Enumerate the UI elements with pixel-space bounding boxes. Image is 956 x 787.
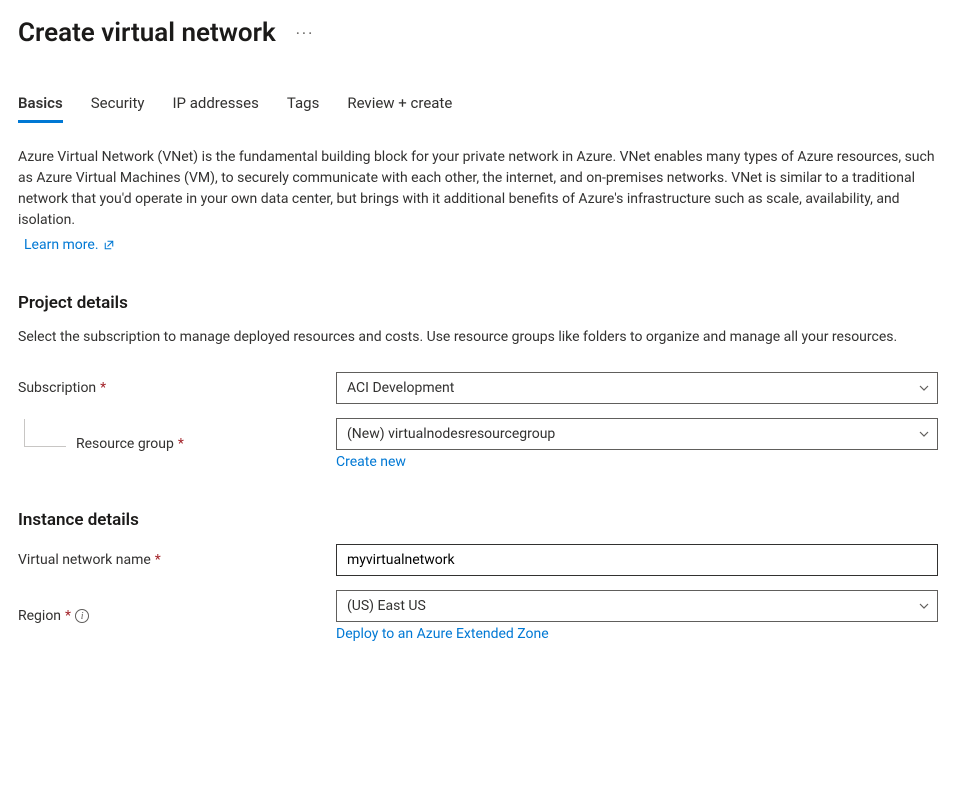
required-asterisk: *: [100, 380, 106, 396]
resource-group-select[interactable]: (New) virtualnodesresourcegroup: [336, 418, 938, 450]
project-details-heading: Project details: [18, 293, 938, 313]
tabs: Basics Security IP addresses Tags Review…: [18, 94, 938, 123]
vnet-name-row: Virtual network name *: [18, 544, 938, 576]
tab-tags[interactable]: Tags: [287, 94, 319, 123]
vnet-name-label: Virtual network name *: [18, 552, 336, 568]
required-asterisk: *: [178, 436, 184, 452]
resource-group-label-text: Resource group: [76, 436, 174, 452]
more-actions-icon[interactable]: ···: [296, 24, 315, 43]
subscription-label-text: Subscription: [18, 380, 96, 396]
intro-text: Azure Virtual Network (VNet) is the fund…: [18, 147, 938, 231]
resource-group-value: (New) virtualnodesresourcegroup: [336, 418, 938, 450]
required-asterisk: *: [65, 608, 71, 624]
external-link-icon: [103, 239, 115, 251]
vnet-name-label-text: Virtual network name: [18, 552, 151, 568]
vnet-name-input-wrap: [336, 544, 938, 576]
resource-group-label: Resource group *: [18, 436, 336, 452]
page-title: Create virtual network: [18, 18, 276, 48]
region-select[interactable]: (US) East US: [336, 590, 938, 622]
region-value: (US) East US: [336, 590, 938, 622]
subscription-label: Subscription *: [18, 380, 336, 396]
title-row: Create virtual network ···: [18, 18, 938, 48]
region-row: Region * i (US) East US Deploy to an Azu…: [18, 590, 938, 642]
region-label: Region * i: [18, 608, 336, 624]
region-label-text: Region: [18, 608, 61, 624]
vnet-name-input[interactable]: [347, 545, 907, 575]
create-new-link[interactable]: Create new: [336, 454, 406, 470]
required-asterisk: *: [155, 552, 161, 568]
info-icon[interactable]: i: [75, 609, 89, 623]
tree-connector: [24, 419, 66, 447]
tab-security[interactable]: Security: [91, 94, 145, 123]
deploy-extended-zone-link[interactable]: Deploy to an Azure Extended Zone: [336, 626, 549, 642]
tab-basics[interactable]: Basics: [18, 94, 63, 123]
subscription-row: Subscription * ACI Development: [18, 372, 938, 404]
tab-ip-addresses[interactable]: IP addresses: [172, 94, 258, 123]
subscription-value: ACI Development: [336, 372, 938, 404]
learn-more-link[interactable]: Learn more.: [24, 237, 115, 253]
instance-details-heading: Instance details: [18, 510, 938, 530]
subscription-select[interactable]: ACI Development: [336, 372, 938, 404]
resource-group-row: Resource group * (New) virtualnodesresou…: [18, 418, 938, 470]
learn-more-label: Learn more.: [24, 237, 99, 253]
project-details-desc: Select the subscription to manage deploy…: [18, 327, 938, 348]
tab-review-create[interactable]: Review + create: [347, 94, 452, 123]
